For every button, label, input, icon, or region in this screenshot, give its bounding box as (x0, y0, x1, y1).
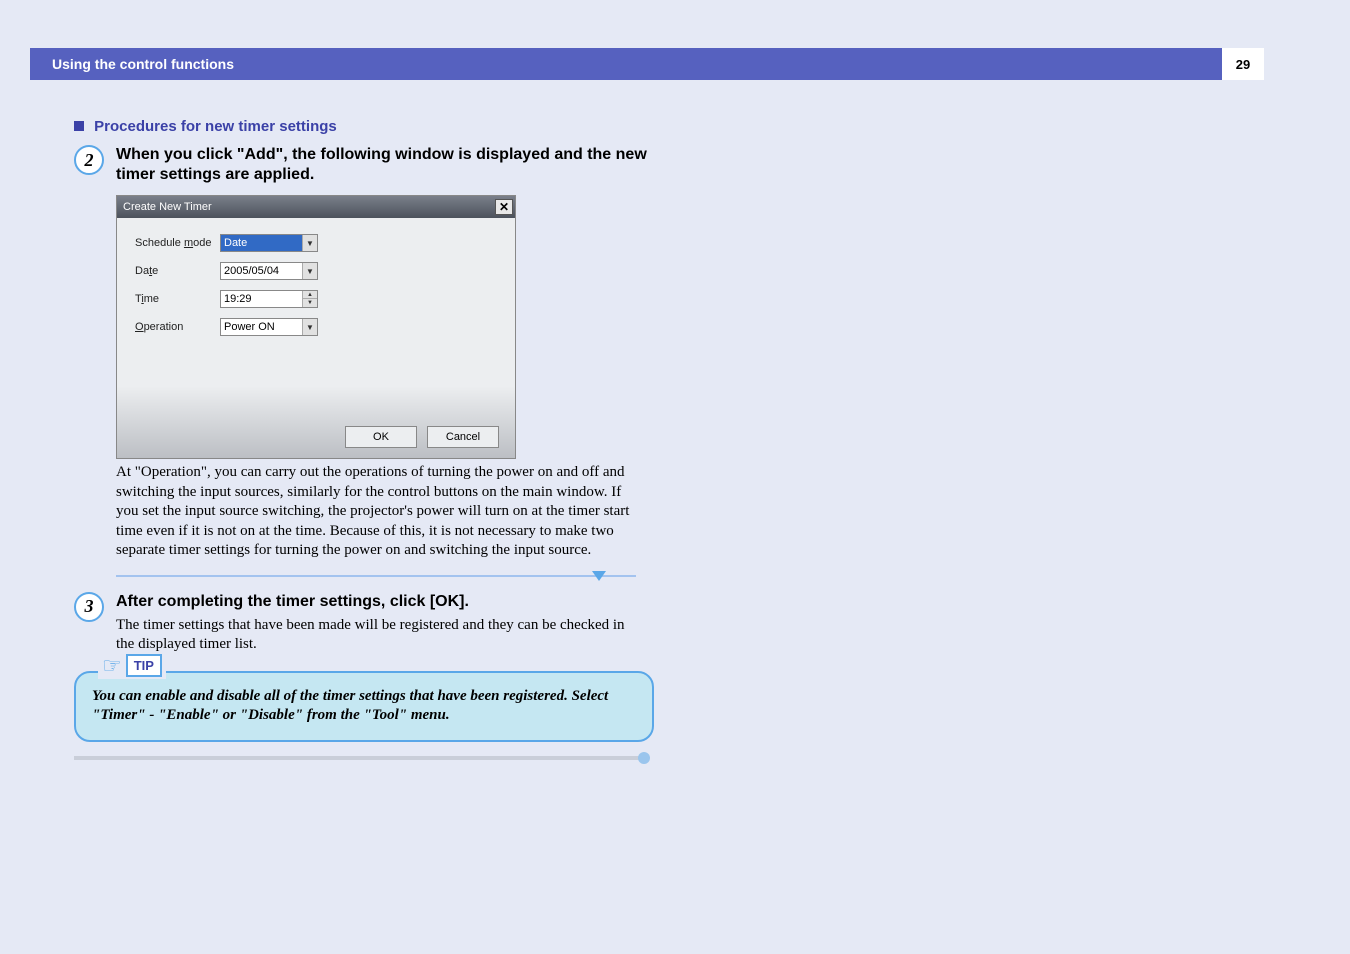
page-number: 29 (1222, 48, 1264, 80)
time-spinner[interactable]: 19:29 ▲ ▼ (220, 290, 318, 308)
operation-label: Operation (135, 321, 220, 333)
operation-value: Power ON (224, 321, 275, 333)
section-heading: Procedures for new timer settings (74, 118, 654, 135)
spinner-up-icon[interactable]: ▲ (303, 291, 317, 299)
step-3-circle: 3 (74, 592, 104, 622)
date-row: Date 2005/05/04 ▼ (135, 262, 497, 280)
step-2-paragraph: At "Operation", you can carry out the op… (116, 463, 636, 561)
tip-box: ☞ TIP You can enable and disable all of … (74, 671, 654, 742)
chevron-down-icon[interactable]: ▼ (302, 263, 317, 279)
dialog-title: Create New Timer (123, 201, 212, 213)
time-value: 19:29 (224, 293, 252, 305)
date-value: 2005/05/04 (224, 265, 279, 277)
time-label: Time (135, 293, 220, 305)
close-icon[interactable]: ✕ (495, 199, 513, 215)
chevron-down-icon[interactable]: ▼ (302, 235, 317, 251)
section-bullet-icon (74, 121, 84, 131)
dialog-titlebar: Create New Timer ✕ (117, 196, 515, 218)
step-3-heading: After completing the timer settings, cli… (116, 592, 654, 612)
step-2-row: 2 When you click "Add", the following wi… (74, 145, 654, 185)
schedule-mode-row: Schedule mode Date ▼ (135, 234, 497, 252)
date-label: Date (135, 265, 220, 277)
end-dot-icon (638, 752, 650, 764)
step-3-row: 3 After completing the timer settings, c… (74, 592, 654, 655)
spinner-down-icon[interactable]: ▼ (303, 299, 317, 307)
section-heading-text: Procedures for new timer settings (94, 118, 337, 135)
page-banner: Using the control functions (30, 48, 1264, 80)
dialog-body: Schedule mode Date ▼ Date 2005/05/04 ▼ T… (117, 218, 515, 458)
create-new-timer-dialog: Create New Timer ✕ Schedule mode Date ▼ … (116, 195, 516, 459)
operation-dropdown[interactable]: Power ON ▼ (220, 318, 318, 336)
hand-point-icon: ☞ (102, 653, 122, 679)
operation-row: Operation Power ON ▼ (135, 318, 497, 336)
time-spinner-buttons: ▲ ▼ (302, 291, 317, 307)
schedule-mode-dropdown[interactable]: Date ▼ (220, 234, 318, 252)
dialog-footer: OK Cancel (345, 426, 499, 448)
step-3-paragraph: The timer settings that have been made w… (116, 616, 636, 655)
content-area: Procedures for new timer settings 2 When… (74, 118, 654, 760)
ok-button[interactable]: OK (345, 426, 417, 448)
end-track (74, 756, 644, 760)
chevron-down-icon[interactable]: ▼ (302, 319, 317, 335)
time-row: Time 19:29 ▲ ▼ (135, 290, 497, 308)
section-divider (116, 575, 636, 578)
page-banner-title: Using the control functions (52, 56, 234, 72)
schedule-mode-label: Schedule mode (135, 237, 220, 249)
schedule-mode-value: Date (224, 237, 247, 249)
divider-marker-icon (592, 571, 606, 581)
tip-text: You can enable and disable all of the ti… (92, 687, 636, 726)
step-3-content: After completing the timer settings, cli… (116, 592, 654, 655)
step-2-circle: 2 (74, 145, 104, 175)
tip-label-text: TIP (126, 654, 162, 677)
step-2-heading: When you click "Add", the following wind… (116, 145, 654, 185)
tip-label: ☞ TIP (98, 653, 166, 679)
date-dropdown[interactable]: 2005/05/04 ▼ (220, 262, 318, 280)
cancel-button[interactable]: Cancel (427, 426, 499, 448)
